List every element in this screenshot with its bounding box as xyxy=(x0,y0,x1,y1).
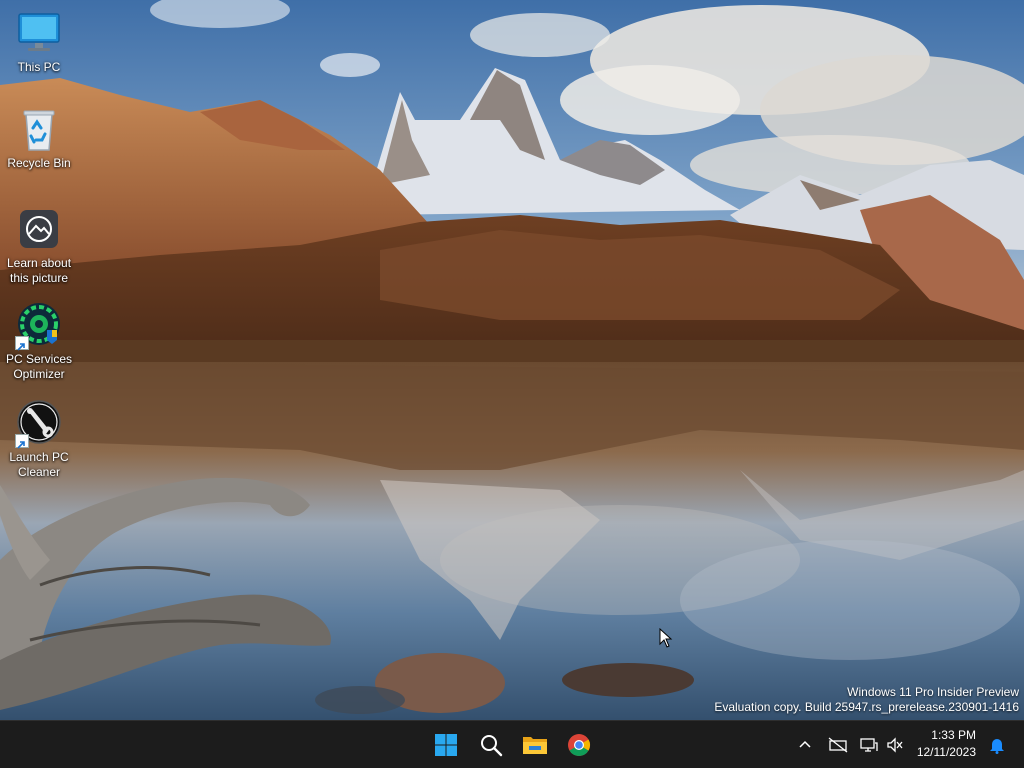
chrome-icon xyxy=(568,734,590,756)
desktop-icon-recycle-bin[interactable]: Recycle Bin xyxy=(0,106,78,171)
windows-logo-icon xyxy=(435,734,457,756)
desktop-icon-launch-pc-cleaner[interactable]: Launch PC Cleaner xyxy=(0,400,78,480)
search-icon xyxy=(481,735,503,757)
clock-time: 1:33 PM xyxy=(931,728,976,742)
network-status-button[interactable] xyxy=(825,731,851,759)
chevron-up-icon xyxy=(799,740,811,748)
desktop-icon-label: PC Services Optimizer xyxy=(5,352,73,381)
search-button[interactable] xyxy=(471,725,511,765)
display-status-button[interactable] xyxy=(856,731,882,759)
notification-center-button[interactable] xyxy=(984,731,1010,759)
gear-shield-icon xyxy=(15,302,63,351)
taskbar: 1:33 PM 12/11/2023 xyxy=(0,720,1024,768)
volume-button[interactable] xyxy=(882,731,908,759)
mouse-cursor xyxy=(659,627,673,648)
clock-date: 12/11/2023 xyxy=(916,745,976,759)
shortcut-arrow-icon xyxy=(15,434,29,449)
monitor-icon xyxy=(15,10,63,58)
desktop-icon-label: This PC xyxy=(17,60,61,74)
wrench-icon xyxy=(15,400,63,449)
folder-icon xyxy=(523,737,547,754)
desktop-wallpaper xyxy=(0,0,1024,720)
desktop-icon-this-pc[interactable]: This PC xyxy=(0,10,78,75)
show-hidden-icons-button[interactable] xyxy=(792,731,818,759)
start-button[interactable] xyxy=(426,725,466,765)
chrome-button[interactable] xyxy=(559,725,599,765)
evaluation-watermark: Windows 11 Pro Insider Preview Evaluatio… xyxy=(714,685,1019,715)
taskbar-clock[interactable]: 1:33 PM 12/11/2023 xyxy=(912,727,976,763)
bell-icon xyxy=(990,739,1004,754)
file-explorer-button[interactable] xyxy=(515,725,555,765)
volume-muted-icon xyxy=(887,737,903,753)
watermark-line-2: Evaluation copy. Build 25947.rs_prerelea… xyxy=(714,700,1019,714)
shortcut-arrow-icon xyxy=(15,336,29,351)
desktop-icon-label: Launch PC Cleaner xyxy=(9,450,69,479)
camera-icon xyxy=(15,206,63,254)
network-disconnected-icon xyxy=(828,737,848,753)
desktop-icon-pc-services-optimizer[interactable]: PC Services Optimizer xyxy=(0,302,78,382)
recycle-bin-icon xyxy=(15,106,63,154)
desktop-icon-learn-about-picture[interactable]: Learn about this picture xyxy=(0,206,78,286)
desktop-icon-label: Recycle Bin xyxy=(7,156,71,170)
desktop-icon-label: Learn about this picture xyxy=(6,256,72,285)
watermark-line-1: Windows 11 Pro Insider Preview xyxy=(847,685,1019,699)
display-icon xyxy=(860,738,878,752)
